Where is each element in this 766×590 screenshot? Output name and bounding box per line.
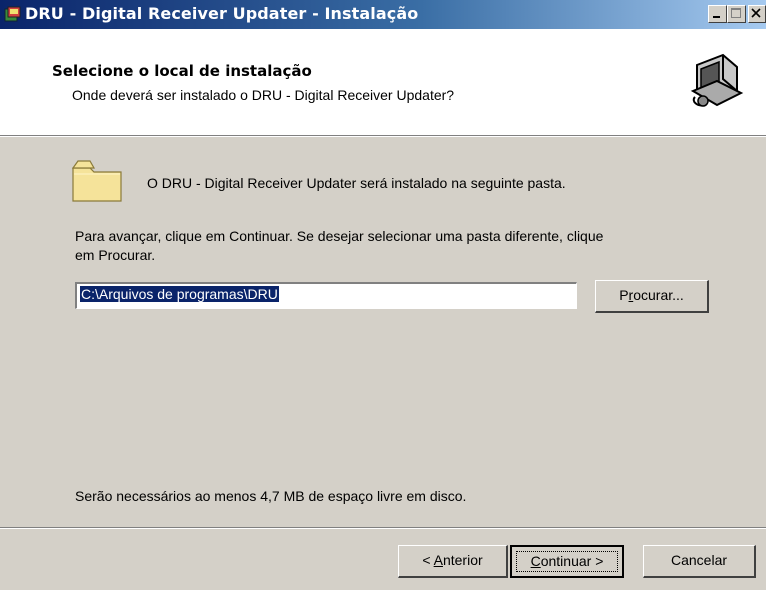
title-bar[interactable]: DRU - Digital Receiver Updater - Instala… (0, 0, 766, 29)
disk-space-requirement: Serão necessários ao menos 4,7 MB de esp… (75, 488, 467, 504)
maximize-button[interactable] (727, 5, 746, 23)
folder-icon (72, 160, 122, 202)
close-button[interactable] (748, 5, 766, 23)
instruction-line-2: em Procurar. (75, 247, 156, 263)
cancel-button[interactable]: Cancelar (643, 545, 756, 578)
install-folder-message: O DRU - Digital Receiver Updater será in… (147, 175, 566, 191)
page-title: Selecione o local de instalação (52, 62, 312, 80)
minimize-button[interactable] (708, 5, 727, 23)
close-icon (751, 8, 761, 18)
install-path-value: C:\Arquivos de programas\DRU (79, 285, 280, 303)
browse-label-post: ocurar... (633, 287, 684, 303)
back-label-pre: < (422, 552, 434, 568)
continue-button[interactable]: Continuar > (510, 545, 624, 578)
installer-app-icon[interactable] (4, 6, 21, 23)
cancel-label: Cancelar (670, 552, 728, 568)
back-label-accel: A (433, 552, 443, 568)
computer-install-icon (687, 47, 749, 109)
browse-button[interactable]: Procurar... (595, 280, 709, 313)
install-path-input[interactable]: C:\Arquivos de programas\DRU (75, 282, 577, 309)
browse-label-pre: P (619, 287, 629, 303)
maximize-icon (731, 8, 741, 18)
instruction-line-1: Para avançar, clique em Continuar. Se de… (75, 228, 604, 244)
back-button[interactable]: < Anterior (398, 545, 508, 578)
minimize-icon (713, 16, 720, 18)
window-title: DRU - Digital Receiver Updater - Instala… (25, 4, 419, 23)
back-label-post: nterior (442, 552, 483, 568)
wizard-header: Selecione o local de instalação Onde dev… (0, 29, 766, 136)
page-subtitle: Onde deverá ser instalado o DRU - Digita… (72, 87, 455, 103)
